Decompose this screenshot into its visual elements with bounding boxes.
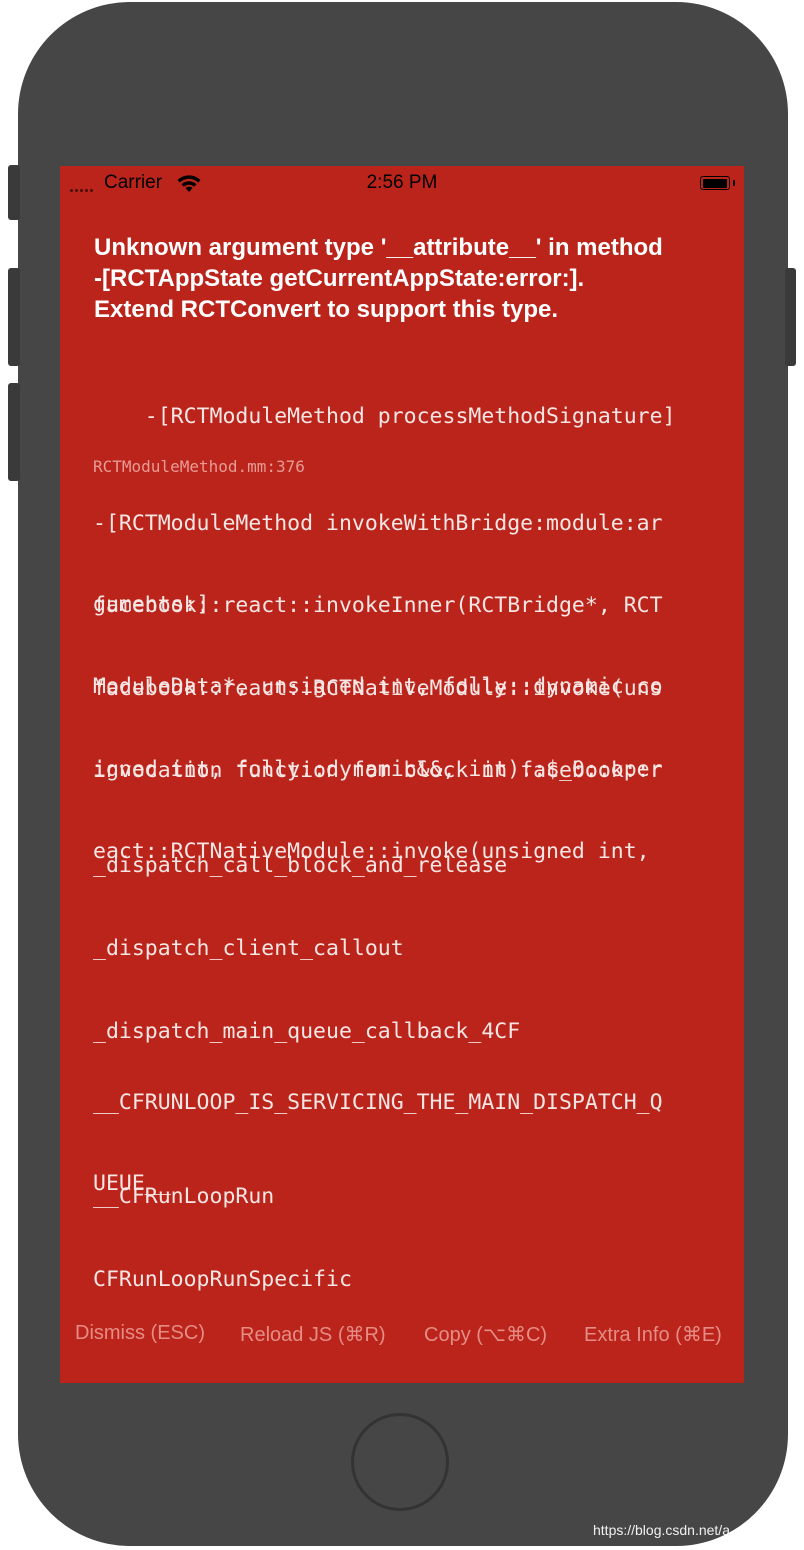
error-message: Unknown argument type '__attribute__' in… (94, 232, 714, 325)
battery-icon (700, 176, 735, 190)
stack-frame-method: _dispatch_call_block_and_release (93, 853, 508, 878)
error-message-line: Extend RCTConvert to support this type. (94, 296, 559, 323)
stack-frame-method: facebook::react::invokeInner(RCTBridge*,… (93, 593, 663, 618)
error-message-line: Unknown argument type '__attribute__' in… (94, 234, 663, 261)
dismiss-button[interactable]: Dismiss (ESC) (75, 1322, 205, 1345)
redbox-button-bar: Dismiss (ESC) Reload JS (⌘R) Copy (⌥⌘C) … (60, 1316, 744, 1356)
stack-frame-method: __CFRUNLOOP_IS_SERVICING_THE_MAIN_DISPAT… (93, 1090, 663, 1115)
stack-frame-method: invocation function for block in faceboo… (93, 758, 663, 783)
clock: 2:56 PM (366, 172, 438, 193)
status-bar: Carrier 2:56 PM (60, 166, 744, 200)
reload-js-button[interactable]: Reload JS (⌘R) (240, 1322, 386, 1347)
home-button[interactable] (351, 1413, 449, 1511)
stack-frame-method: _dispatch_client_callout (93, 936, 404, 961)
stack-frame-method: CFRunLoopRunSpecific (93, 1267, 352, 1292)
stack-frame-method: -[RCTModuleMethod invokeWithBridge:modul… (93, 511, 663, 536)
volume-up-button (8, 268, 20, 366)
extra-info-button[interactable]: Extra Info (⌘E) (584, 1322, 722, 1347)
watermark: https://blog.csdn.net/a (593, 1522, 730, 1538)
stack-frame-method: __CFRunLoopRun (93, 1184, 275, 1209)
stack-frame-method: facebook::react::RCTNativeModule::invoke… (93, 676, 663, 701)
mute-switch (8, 165, 20, 220)
stack-frame-method: -[RCTModuleMethod processMethodSignature… (144, 404, 676, 429)
error-message-line: -[RCTAppState getCurrentAppState:error:]… (94, 265, 585, 292)
copy-button[interactable]: Copy (⌥⌘C) (424, 1322, 547, 1347)
redbox-error-screen: Carrier 2:56 PM Unknown argument type '_… (60, 166, 744, 1383)
volume-down-button (8, 383, 20, 481)
power-button (785, 268, 796, 366)
